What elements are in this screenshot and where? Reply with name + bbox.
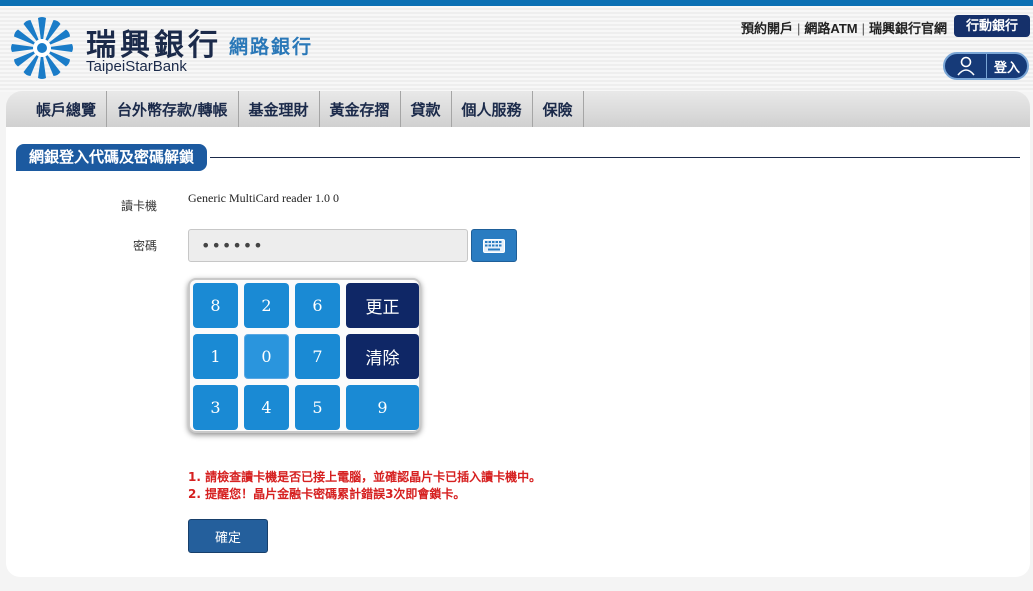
- nav-item-gold[interactable]: 黃金存摺: [320, 91, 401, 129]
- warning-note-2: 2. 提醒您！晶片金融卡密碼累計錯誤3次即會鎖卡。: [188, 487, 466, 501]
- confirm-button[interactable]: 確定: [188, 519, 268, 553]
- keypad-key[interactable]: 9: [346, 385, 419, 430]
- keypad-key[interactable]: 0: [244, 334, 289, 379]
- keypad-key[interactable]: 8: [193, 283, 238, 328]
- brand-subtitle: 網路銀行: [229, 36, 314, 58]
- content-panel: [6, 127, 1030, 577]
- password-label: 密碼: [132, 239, 157, 253]
- nav-item-loans[interactable]: 貸款: [401, 91, 452, 129]
- brand-name-en: TaipeiStarBank: [86, 58, 187, 75]
- reader-value: Generic MultiCard reader 1.0 0: [188, 191, 339, 205]
- keypad-key[interactable]: 3: [193, 385, 238, 430]
- mobile-bank-button[interactable]: 行動銀行: [954, 15, 1030, 37]
- nav-item-personal-services[interactable]: 個人服務: [452, 91, 533, 129]
- main-nav: 帳戶總覽 台外幣存款/轉帳 基金理財 黃金存摺 貸款 個人服務 保險: [6, 91, 1030, 129]
- login-button[interactable]: 登入: [943, 52, 1029, 80]
- section-divider: [210, 157, 1020, 158]
- warning-notes: 1. 請檢查讀卡機是否已接上電腦，並確認晶片卡已插入讀卡機中。 2. 提醒您！晶…: [188, 469, 541, 503]
- link-separator: |: [861, 21, 865, 36]
- nav-item-funds[interactable]: 基金理財: [239, 91, 320, 129]
- correct-button[interactable]: 更正: [346, 283, 419, 328]
- login-label: 登入: [993, 60, 1020, 76]
- nav-item-account-overview[interactable]: 帳戶總覽: [26, 91, 108, 129]
- keypad-key[interactable]: 4: [244, 385, 289, 430]
- open-account-link[interactable]: 預約開戶: [741, 21, 793, 36]
- warning-note-1: 1. 請檢查讀卡機是否已接上電腦，並確認晶片卡已插入讀卡機中。: [188, 470, 542, 484]
- official-site-link[interactable]: 瑞興銀行官網: [869, 21, 947, 36]
- keypad-key[interactable]: 1: [193, 334, 238, 379]
- virtual-keyboard-button[interactable]: [471, 229, 517, 262]
- nav-item-insurance[interactable]: 保險: [533, 91, 584, 129]
- keypad-key[interactable]: 6: [295, 283, 340, 328]
- user-icon: [945, 54, 987, 78]
- reader-label: 讀卡機: [120, 199, 157, 213]
- nav-item-deposit-transfer[interactable]: 台外幣存款/轉帳: [107, 91, 239, 129]
- keypad-key[interactable]: 7: [295, 334, 340, 379]
- atm-link[interactable]: 網路ATM: [804, 21, 857, 36]
- header: 瑞興銀行 TaipeiStarBank 網路銀行 預約開戶 | 網路ATM | 瑞興銀行…: [0, 6, 1033, 92]
- keypad-key[interactable]: 5: [295, 385, 340, 430]
- clear-button[interactable]: 清除: [346, 334, 419, 379]
- keypad-key[interactable]: 2: [244, 283, 289, 328]
- password-field[interactable]: [188, 229, 468, 262]
- virtual-keypad: 8 2 6 更正 1 0 7 清除 3 4 5 9: [188, 278, 421, 433]
- bank-logo-icon: [11, 17, 73, 79]
- link-separator: |: [797, 21, 801, 36]
- keyboard-icon: [483, 238, 505, 253]
- section-title: 網銀登入代碼及密碼解鎖: [16, 144, 208, 171]
- top-links: 預約開戶 | 網路ATM | 瑞興銀行官網: [741, 18, 947, 37]
